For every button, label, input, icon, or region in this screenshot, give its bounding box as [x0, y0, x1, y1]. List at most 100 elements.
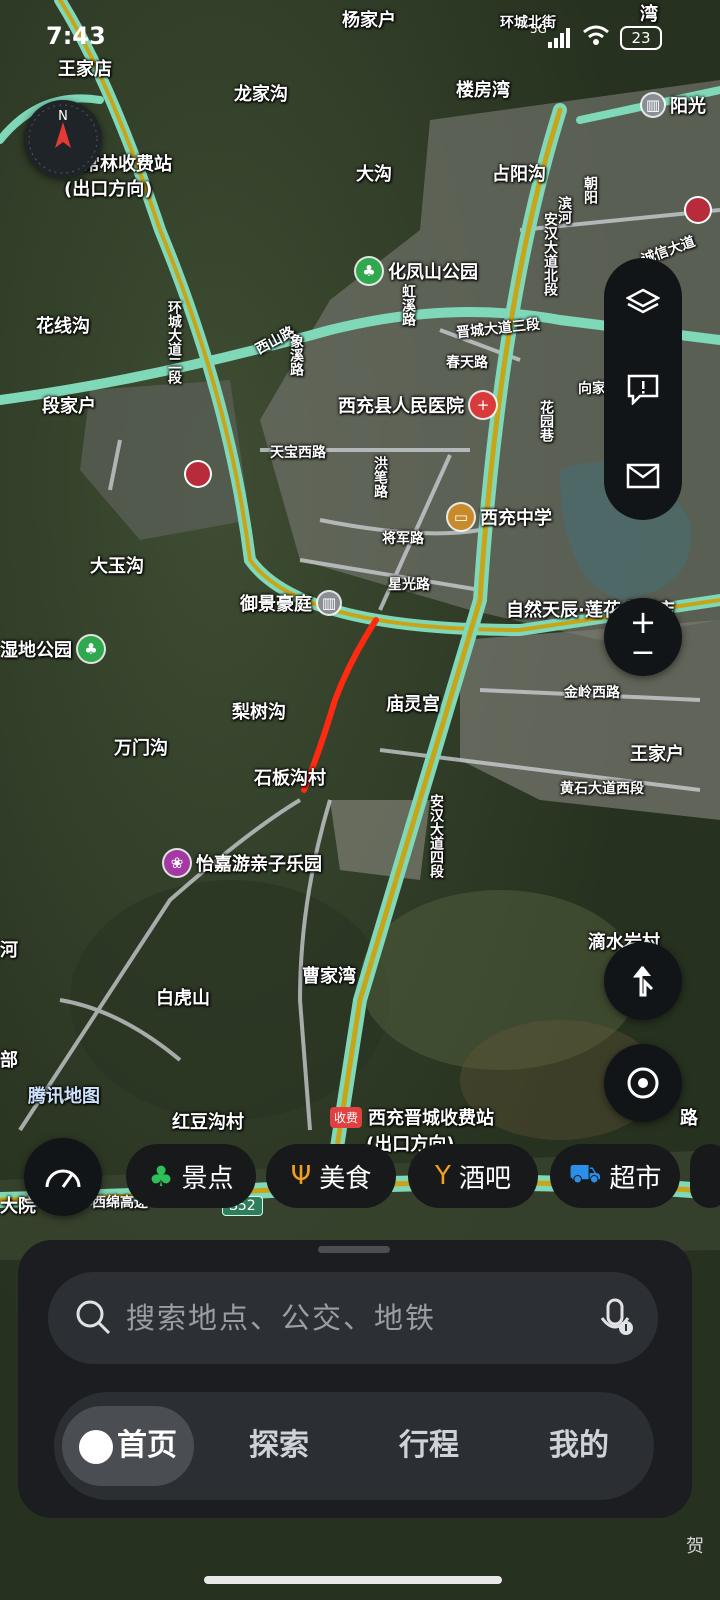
chip-more[interactable]	[690, 1144, 720, 1208]
map-label: 安汉大道四段	[428, 794, 444, 878]
network-type: 5G	[530, 22, 547, 36]
watermark: 贺	[686, 1536, 704, 1557]
navigation-icon	[632, 966, 654, 997]
map-label: 部	[0, 1050, 18, 1071]
map-label: 占阳沟	[492, 164, 546, 185]
message-button[interactable]	[604, 437, 682, 515]
poi-residence[interactable]: 御景豪庭 ▥	[240, 590, 340, 616]
map-label: (出口方向)	[64, 179, 153, 200]
search-input[interactable]: 搜索地点、公交、地铁	[126, 1272, 436, 1364]
road-label: 洪笔路	[372, 456, 388, 498]
signal-icon	[548, 26, 572, 48]
sheet-handle[interactable]	[318, 1246, 390, 1253]
battery-icon: 23	[620, 26, 662, 50]
mail-icon	[626, 464, 660, 489]
report-icon	[627, 374, 659, 405]
wifi-icon	[582, 24, 610, 46]
map-label: 星光路	[388, 577, 430, 593]
category-chips: ♣ 景点 Ψ 美食 Y 酒吧 ⛟ 超市	[0, 1144, 720, 1210]
map-label: 大沟	[356, 164, 392, 185]
poi-tollstation[interactable]: 收费 西充晋城收费站	[330, 1104, 494, 1130]
map-label: 段家户	[42, 396, 96, 417]
compass-letter: N	[58, 109, 68, 124]
chip-supermarket[interactable]: ⛟ 超市	[550, 1144, 680, 1208]
building-icon: ▥	[642, 94, 664, 116]
map-label: 万门沟	[114, 738, 168, 759]
map-label: 花线沟	[36, 316, 90, 337]
tree-icon: ♣	[148, 1159, 174, 1193]
search-bar[interactable]: 搜索地点、公交、地铁	[48, 1272, 658, 1364]
cutlery-icon: Ψ	[290, 1161, 312, 1191]
tab-explore[interactable]: 探索	[214, 1406, 344, 1486]
map-label: 梨树沟	[232, 702, 286, 723]
report-button[interactable]	[604, 350, 682, 428]
compass-icon: N	[28, 104, 98, 174]
map-label: 黄石大道西段	[560, 781, 644, 797]
no-entry-icon	[186, 462, 210, 486]
building-icon: ▥	[318, 592, 340, 614]
no-entry-icon	[686, 198, 710, 222]
map-label: 王家店	[58, 59, 112, 80]
book-icon: ▭	[448, 504, 474, 530]
hospital-icon: +	[470, 392, 496, 418]
poi-wetland[interactable]: 湿地公园 ♣	[0, 636, 104, 662]
chip-scenic[interactable]: ♣ 景点	[126, 1144, 256, 1208]
map-label: 龙家沟	[234, 84, 288, 105]
zoom-in-icon[interactable]: +	[630, 606, 657, 638]
poi-park[interactable]: ♣ 化凤山公园	[356, 258, 478, 284]
road-label: 花园巷	[538, 400, 554, 442]
road-label: 虹溪路	[400, 284, 416, 326]
park-icon: ♣	[356, 258, 382, 284]
map-label: 向家	[578, 381, 606, 397]
search-icon	[74, 1298, 114, 1338]
chip-food[interactable]: Ψ 美食	[266, 1144, 396, 1208]
map-label: 庙灵宫	[386, 694, 440, 715]
chip-bar[interactable]: Y 酒吧	[408, 1144, 538, 1208]
zoom-out-icon[interactable]: −	[630, 638, 655, 668]
microphone-icon[interactable]	[596, 1296, 636, 1340]
map-label: 天宝西路	[270, 445, 326, 461]
map-label: 春天路	[446, 355, 488, 371]
poi-school[interactable]: ▭ 西充中学	[448, 504, 552, 530]
tab-home[interactable]: 首页	[62, 1406, 194, 1486]
map-label: 将军路	[382, 531, 424, 547]
map-label: 白虎山	[156, 988, 210, 1009]
road-label: 象溪路	[288, 334, 304, 376]
locate-button[interactable]	[604, 1044, 682, 1122]
cocktail-icon: Y	[435, 1161, 451, 1191]
tab-bar: 首页 探索 行程 我的	[54, 1392, 654, 1500]
cart-icon: ⛟	[568, 1159, 602, 1189]
map-label: 楼房湾	[456, 80, 510, 101]
locate-icon	[627, 1067, 659, 1099]
map-watermark-logo: 腾讯地图	[28, 1086, 100, 1107]
map-tool-panel	[604, 258, 682, 520]
tab-trips[interactable]: 行程	[364, 1406, 494, 1486]
layers-icon	[626, 288, 660, 314]
map-label: 曹家湾	[302, 966, 356, 987]
map-label: 大玉沟	[90, 556, 144, 577]
home-indicator[interactable]	[204, 1576, 502, 1584]
playground-icon: ❀	[164, 850, 190, 876]
tab-me[interactable]: 我的	[514, 1406, 644, 1486]
zoom-button[interactable]: + −	[604, 598, 682, 676]
road-label: 环城大道二段	[166, 300, 182, 384]
compass-button[interactable]: N	[24, 100, 102, 178]
road-label: 安汉大道北段	[542, 212, 558, 296]
map-label: 王家户	[630, 744, 684, 765]
status-bar: 7:43 5G 23	[0, 18, 720, 58]
poi-playground[interactable]: ❀ 怡嘉游亲子乐园	[164, 850, 322, 876]
map-label: 红豆沟村	[172, 1112, 244, 1133]
toll-badge: 收费	[330, 1106, 363, 1128]
road-label: 朝阳	[582, 176, 598, 204]
map-label: 河	[0, 940, 18, 961]
park-icon: ♣	[78, 636, 104, 662]
poi-building[interactable]: ▥ 阳光	[642, 92, 706, 118]
road-label: 滨河	[556, 196, 572, 224]
clock: 7:43	[46, 22, 106, 50]
compass-leaf-icon	[79, 1429, 113, 1464]
navigation-button[interactable]	[604, 942, 682, 1020]
map-label: 路	[680, 1108, 698, 1129]
poi-hospital[interactable]: 西充县人民医院 +	[338, 392, 496, 418]
layers-button[interactable]	[604, 263, 682, 341]
map-label: 石板沟村	[254, 768, 326, 789]
